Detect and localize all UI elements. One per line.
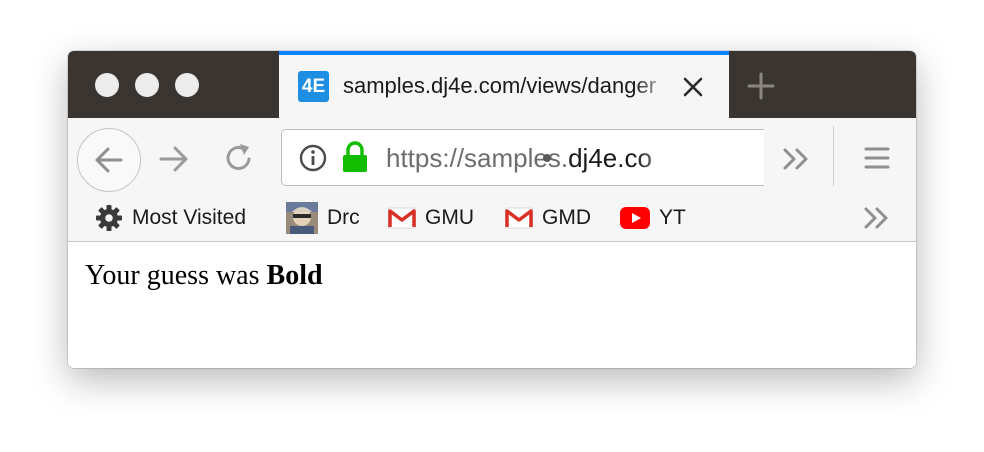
page-actions-dot-icon[interactable] (543, 154, 551, 162)
url-fade (634, 140, 694, 176)
bookmark-label: GMU (425, 206, 474, 229)
guess-prefix: Your guess was (85, 260, 267, 291)
bookmarks-toolbar: Most Visited Drc GMU GMD YT (68, 193, 916, 242)
url-bar[interactable]: https://samples.dj4e.co (281, 129, 764, 186)
hamburger-menu-icon[interactable] (864, 146, 890, 170)
minimize-window-button[interactable] (135, 73, 159, 97)
overflow-chevrons-icon[interactable] (782, 147, 812, 171)
bookmark-label: Drc (327, 206, 360, 229)
bookmark-gmu[interactable]: GMU (388, 205, 474, 231)
bookmark-yt[interactable]: YT (620, 205, 686, 231)
new-tab-icon[interactable] (746, 71, 776, 101)
close-window-button[interactable] (95, 73, 119, 97)
back-button[interactable] (77, 128, 141, 192)
tab-favicon: 4E (298, 71, 329, 102)
back-arrow-icon (95, 147, 123, 173)
bookmarks-overflow-icon[interactable] (863, 206, 891, 230)
bookmark-label: GMD (542, 206, 591, 229)
close-tab-icon[interactable] (681, 75, 705, 99)
guess-value: Bold (266, 260, 323, 291)
tab-title-fade (633, 71, 675, 101)
bookmark-label: Most Visited (132, 206, 246, 229)
url-scheme: https://samples. (386, 143, 569, 173)
browser-window: 4E samples.dj4e.com/views/danger https:/… (68, 51, 916, 368)
lock-icon[interactable] (341, 141, 369, 173)
navigation-toolbar: https://samples.dj4e.co (68, 118, 916, 193)
tab-active[interactable]: 4E samples.dj4e.com/views/danger (279, 51, 729, 118)
gmail-icon (388, 207, 416, 229)
page-content: Your guess was Bold (68, 242, 916, 368)
bookmark-most-visited[interactable]: Most Visited (95, 205, 246, 231)
reload-icon[interactable] (222, 141, 256, 175)
gmail-icon (505, 207, 533, 229)
toolbar-separator (833, 126, 834, 186)
bookmark-drc[interactable]: Drc (286, 202, 360, 234)
url-text: https://samples.dj4e.co (386, 142, 652, 174)
title-bar: 4E samples.dj4e.com/views/danger (68, 51, 916, 118)
guess-result: Your guess was Bold (85, 260, 323, 292)
tab-title: samples.dj4e.com/views/danger (343, 73, 657, 98)
forward-arrow-icon[interactable] (157, 143, 191, 175)
youtube-icon (620, 207, 650, 229)
zoom-window-button[interactable] (175, 73, 199, 97)
bookmark-label: YT (659, 206, 686, 229)
avatar-favicon (286, 202, 318, 234)
bookmark-gmd[interactable]: GMD (505, 205, 591, 231)
gear-icon (96, 205, 122, 231)
info-icon[interactable] (299, 144, 327, 172)
